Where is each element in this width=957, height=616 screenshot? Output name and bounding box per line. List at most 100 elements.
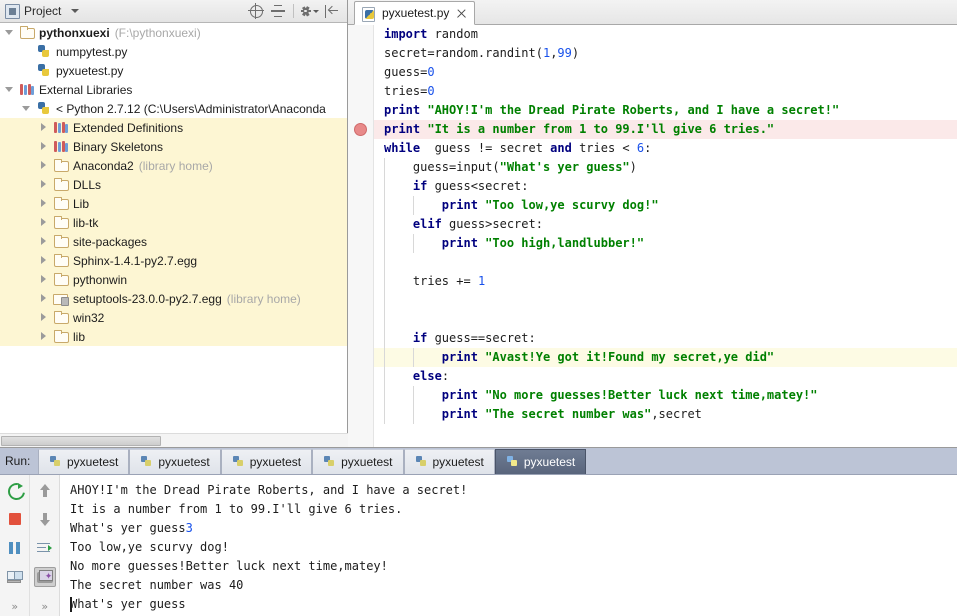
tree-collapse-icon[interactable] (38, 160, 49, 171)
collapse-all-icon[interactable] (268, 2, 288, 21)
folder-icon (53, 310, 69, 325)
code-line[interactable]: print "Too high,landlubber!" (374, 234, 957, 253)
scroll-down-icon[interactable] (34, 509, 56, 529)
code-token-kw: while (384, 141, 421, 155)
expand-more-icon[interactable]: » (4, 596, 26, 616)
tree-item-path: (F:\pythonxuexi) (114, 25, 201, 40)
tree-item[interactable]: setuptools-23.0.0-py2.7.egg (library home… (0, 289, 347, 308)
tree-collapse-icon[interactable] (38, 331, 49, 342)
code-line[interactable]: tries=0 (374, 82, 957, 101)
code-line[interactable]: print "Avast!Ye got it!Found my secret,y… (374, 348, 957, 367)
run-tab[interactable]: pyxuetest (403, 448, 495, 474)
rerun-icon[interactable] (4, 480, 26, 500)
print-icon[interactable]: ✦ (33, 567, 56, 587)
code-text-area[interactable]: import random secret=random.randint(1,99)… (374, 25, 957, 447)
editor-gutter[interactable] (348, 25, 374, 447)
code-token-pl: guess= (384, 65, 428, 79)
code-line[interactable]: while guess != secret and tries < 6: (374, 139, 957, 158)
hide-panel-icon[interactable] (321, 2, 341, 21)
console-output[interactable]: AHOY!I'm the Dread Pirate Roberts, and I… (60, 475, 957, 616)
code-line[interactable]: print "The secret number was",secret (374, 405, 957, 424)
python-run-icon (506, 455, 520, 469)
code-line[interactable]: elif guess>secret: (374, 215, 957, 234)
run-toolbar-right-column: ✦» (29, 475, 59, 616)
expand-more-icon[interactable]: » (34, 596, 56, 616)
stop-icon[interactable] (4, 509, 26, 529)
pause-icon[interactable] (4, 538, 26, 558)
code-line[interactable]: import random (374, 25, 957, 44)
tree-collapse-icon[interactable] (38, 179, 49, 190)
tree-item[interactable]: Extended Definitions (0, 118, 347, 137)
settings-gear-icon[interactable] (299, 2, 319, 21)
tree-item[interactable]: pyxuetest.py (0, 61, 347, 80)
print-icon-glyph: ✦ (36, 570, 53, 584)
project-tree[interactable]: pythonxuexi (F:\pythonxuexi) numpytest.py p… (0, 23, 347, 433)
tree-item[interactable]: lib (0, 327, 347, 346)
tree-item[interactable]: pythonwin (0, 270, 347, 289)
tree-item[interactable]: Lib (0, 194, 347, 213)
code-line[interactable]: guess=0 (374, 63, 957, 82)
indent-guide (384, 177, 385, 196)
run-tab-label: pyxuetest (67, 454, 119, 469)
code-line[interactable]: guess=input("What's yer guess") (374, 158, 957, 177)
code-line[interactable]: print "Too low,ye scurvy dog!" (374, 196, 957, 215)
code-line[interactable]: print "AHOY!I'm the Dread Pirate Roberts… (374, 101, 957, 120)
code-line[interactable] (374, 291, 957, 310)
python-run-icon (49, 455, 63, 469)
project-panel-header: Project (0, 0, 347, 23)
code-line[interactable]: print "No more guesses!Better luck next … (374, 386, 957, 405)
code-line[interactable]: secret=random.randint(1,99) (374, 44, 957, 63)
tree-item[interactable]: Binary Skeletons (0, 137, 347, 156)
tree-item[interactable]: Sphinx-1.4.1-py2.7.egg (0, 251, 347, 270)
console-text: No more guesses!Better luck next time,ma… (70, 559, 388, 573)
code-line[interactable]: if guess<secret: (374, 177, 957, 196)
tree-collapse-icon[interactable] (38, 274, 49, 285)
project-horizontal-scrollbar[interactable] (0, 433, 348, 447)
code-line[interactable]: else: (374, 367, 957, 386)
tree-item[interactable]: < Python 2.7.12 (C:\Users\Administrator\… (0, 99, 347, 118)
tree-collapse-icon[interactable] (38, 141, 49, 152)
tree-collapse-icon[interactable] (38, 312, 49, 323)
code-line[interactable]: tries += 1 (374, 272, 957, 291)
run-tab[interactable]: pyxuetest (220, 448, 313, 474)
tree-collapse-icon[interactable] (38, 217, 49, 228)
tree-item[interactable]: External Libraries (0, 80, 347, 99)
tree-item[interactable]: site-packages (0, 232, 347, 251)
console-toggle-icon[interactable] (4, 567, 26, 587)
run-tab[interactable]: pyxuetest (129, 448, 221, 474)
run-tab-active[interactable]: pyxuetest (494, 448, 587, 474)
tree-collapse-icon[interactable] (38, 122, 49, 133)
code-line[interactable]: print "It is a number from 1 to 99.I'll … (374, 120, 957, 139)
run-tab[interactable]: pyxuetest (312, 448, 404, 474)
tree-collapse-icon[interactable] (38, 198, 49, 209)
editor-tab-pyxuetest[interactable]: pyxuetest.py (354, 1, 476, 25)
run-tab-label: pyxuetest (158, 454, 210, 469)
tree-item[interactable]: DLLs (0, 175, 347, 194)
tree-collapse-icon[interactable] (38, 293, 49, 304)
breakpoint-marker[interactable] (354, 123, 367, 136)
code-line[interactable] (374, 253, 957, 272)
tree-item[interactable]: numpytest.py (0, 42, 347, 61)
tree-item-path: (library home) (138, 158, 213, 173)
tree-item[interactable]: pythonxuexi (F:\pythonxuexi) (0, 23, 347, 42)
tree-collapse-icon[interactable] (38, 255, 49, 266)
scroll-up-icon[interactable] (34, 480, 56, 500)
locate-file-icon[interactable] (246, 2, 266, 21)
tree-expand-icon[interactable] (21, 103, 32, 114)
indent-guide (384, 215, 385, 234)
tree-item[interactable]: win32 (0, 308, 347, 327)
close-icon[interactable] (456, 8, 467, 19)
soft-wrap-icon[interactable] (34, 538, 56, 558)
chevron-down-icon[interactable] (71, 9, 80, 13)
tree-expand-icon[interactable] (4, 84, 15, 95)
tree-item[interactable]: Anaconda2 (library home) (0, 156, 347, 175)
folder-icon (19, 25, 35, 40)
code-line[interactable] (374, 310, 957, 329)
code-line[interactable]: if guess==secret: (374, 329, 957, 348)
run-tab[interactable]: pyxuetest (38, 448, 130, 474)
tree-collapse-icon[interactable] (38, 236, 49, 247)
scrollbar-thumb[interactable] (1, 436, 161, 446)
tree-item[interactable]: lib-tk (0, 213, 347, 232)
tree-expand-icon[interactable] (4, 27, 15, 38)
